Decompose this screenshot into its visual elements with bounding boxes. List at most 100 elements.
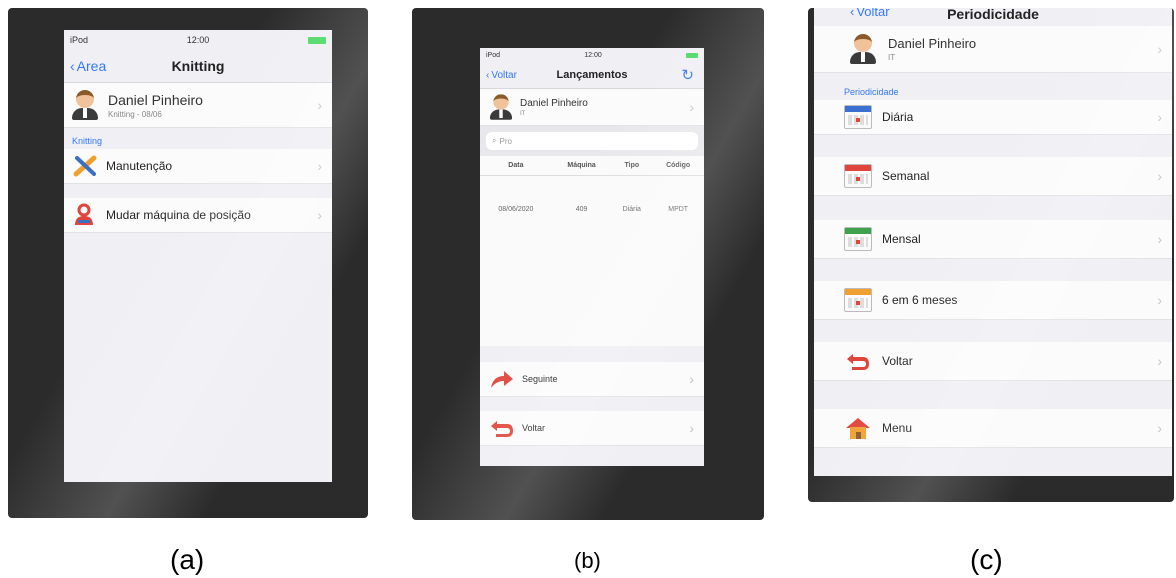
table-row[interactable]: 08/06/2020 409 Diária MPDT [480,176,704,244]
chevron-right-icon: › [317,97,322,113]
list-item-seguinte[interactable]: Seguinte › [480,362,704,397]
carrier-label: iPod [70,35,89,45]
calendar-top [845,106,871,112]
user-location-icon [72,203,100,227]
list-item-semanal[interactable]: Semanal › [814,157,1172,196]
status-bar: iPod 12:00 [480,48,704,62]
chevron-right-icon: › [689,371,694,387]
battery-icon [307,36,326,44]
user-name: Daniel Pinheiro [520,97,588,109]
list-item-label: Semanal [882,169,930,183]
caption-a: (a) [170,544,205,575]
chevron-right-icon: › [1157,420,1162,436]
table-cell: 409 [575,206,588,213]
caption-b: (b) [574,548,601,573]
nav-bar: ‹ Area Knitting [64,50,332,83]
back-arrow-icon [488,416,516,440]
page-title: Knitting [171,58,225,74]
calendar-top [845,165,871,171]
chevron-right-icon: › [317,207,322,223]
avatar [489,94,513,120]
chevron-right-icon: › [1157,109,1162,125]
chevron-left-icon: ‹ [70,58,75,74]
column-header[interactable]: Código [652,156,704,176]
photo-panel-b: iPod 12:00 ‹ Voltar Lançamentos ↻ Daniel… [412,8,764,520]
list-item-manutencao[interactable]: Manutenção › [64,149,332,184]
chevron-right-icon: › [1157,353,1162,369]
user-name: Daniel Pinheiro [108,91,203,108]
list-item-mensal[interactable]: Mensal › [814,220,1172,259]
list-item-label: Seguinte [522,374,558,384]
calendar-icon [844,227,872,251]
table-cell: 08/06/2020 [498,206,534,213]
search-bar: ⌕ Pro [480,126,704,156]
column-header[interactable]: Data [480,156,552,176]
chevron-right-icon: › [1157,168,1162,184]
photo-panel-c: ‹ Voltar Periodicidade Daniel Pinheiro I… [808,8,1174,502]
list-item-menu[interactable]: Menu › [814,409,1172,448]
list-item-voltar[interactable]: Voltar › [814,342,1172,381]
avatar [850,34,876,64]
phone-screen-b: iPod 12:00 ‹ Voltar Lançamentos ↻ Daniel… [480,48,704,466]
user-row[interactable]: Daniel Pinheiro IT › [480,89,704,126]
search-icon: ⌕ [492,136,497,145]
calendar-top [845,289,871,295]
list-item-label: Mensal [882,232,921,246]
user-row[interactable]: Daniel Pinheiro Knitting - 08/06 › [64,83,332,128]
list-item-6-em-6-meses[interactable]: 6 em 6 meses › [814,281,1172,320]
column-header[interactable]: Máquina [551,156,612,176]
list-item-label: Diária [882,110,914,124]
tools-icon [72,154,100,178]
clock: 12:00 [186,35,210,45]
list-item-label: Mudar máquina de posição [106,208,251,222]
chevron-right-icon: › [317,158,322,174]
back-button[interactable]: ‹ Area [70,58,106,74]
section-header: Periodicidade [844,87,899,97]
table-cell: MPDT [668,206,689,213]
list-item-mudar-maquina[interactable]: Mudar máquina de posição › [64,198,332,233]
chevron-right-icon: › [689,420,694,436]
calendar-icon [844,164,872,188]
table-header-row: Data Máquina Tipo Código [480,156,704,176]
list-item-label: Voltar [882,354,913,368]
user-row[interactable]: Daniel Pinheiro IT › [814,26,1172,73]
back-button[interactable]: ‹ Voltar [486,70,517,81]
battery-icon [685,52,698,58]
photo-panel-a: iPod 12:00 ‹ Area Knitting Daniel Pinhei… [8,8,368,518]
chevron-right-icon: › [1157,231,1162,247]
avatar [72,90,98,120]
nav-bar: ‹ Voltar Periodicidade [814,8,1172,26]
list-item-diaria[interactable]: Diária › [814,100,1172,135]
chevron-right-icon: › [689,99,694,115]
phone-screen-a: iPod 12:00 ‹ Area Knitting Daniel Pinhei… [64,30,332,482]
user-subtitle: IT [520,110,526,117]
back-button[interactable]: ‹ Voltar [850,8,890,19]
calendar-top [845,228,871,234]
chevron-left-icon: ‹ [850,8,855,19]
caption-c: (c) [970,544,1003,575]
back-label: Voltar [491,69,517,81]
column-header[interactable]: Tipo [611,156,653,176]
table-cell: Diária [622,206,641,213]
list-item-label: Menu [882,421,913,435]
back-arrow-icon [844,349,872,373]
list-item-voltar[interactable]: Voltar › [480,411,704,446]
user-subtitle: Knitting - 08/06 [108,109,162,119]
user-subtitle: IT [888,53,896,62]
back-label: Area [76,58,107,74]
chevron-right-icon: › [1157,292,1162,308]
nav-bar: ‹ Voltar Lançamentos ↻ [480,62,704,89]
search-placeholder: Pro [499,136,512,146]
home-icon [844,416,872,440]
chevron-right-icon: › [1157,41,1162,57]
list-item-label: Voltar [522,423,546,433]
calendar-icon [844,105,872,129]
page-title: Periodicidade [947,8,1039,22]
section-header: Knitting [72,136,103,146]
search-input[interactable]: ⌕ Pro [486,132,698,150]
list-item-label: Manutenção [106,159,173,173]
chevron-left-icon: ‹ [486,69,490,81]
refresh-icon[interactable]: ↻ [681,66,694,84]
user-name: Daniel Pinheiro [888,36,977,51]
data-grid: Data Máquina Tipo Código 08/06/2020 409 … [480,156,704,346]
